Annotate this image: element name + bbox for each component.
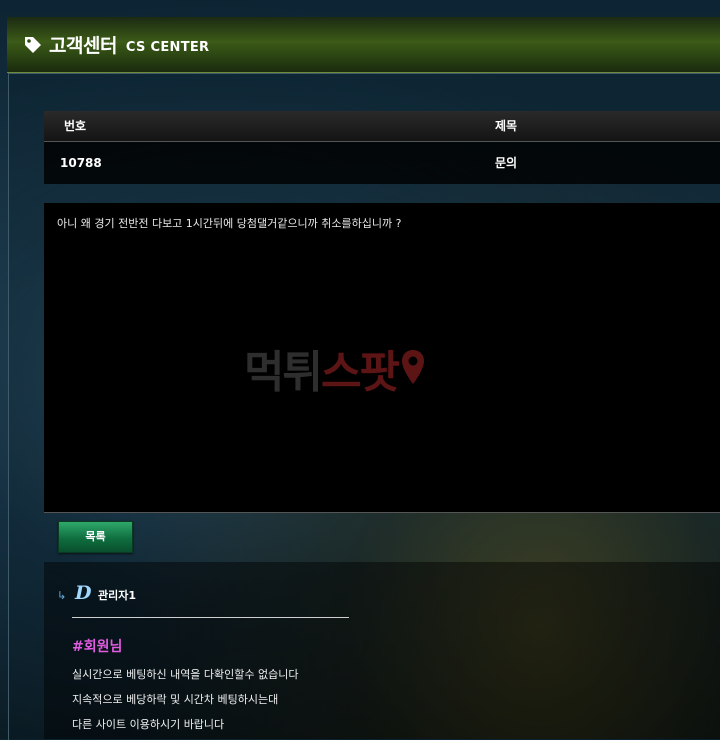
column-number-header: 번호 [64, 119, 87, 133]
tag-icon [25, 36, 41, 53]
page-subtitle: CS CENTER [125, 40, 210, 55]
page-title: 고객센터 [49, 35, 117, 57]
post-content: 아니 왜 경기 전반전 다보고 1시간뒤에 당첨댈거같으니까 취소를하십니까 ?… [44, 203, 720, 513]
post-number: 10788 [60, 156, 102, 170]
watermark-logo: 먹튀 스팟 [244, 336, 426, 400]
reply-line-3: 다른 사이트 이용하시기 바랍니다 [72, 718, 225, 731]
page-header: 고객센터 CS CENTER [7, 17, 720, 73]
list-button[interactable]: 목록 [58, 521, 133, 553]
watermark-text-1: 먹튀 [244, 347, 323, 398]
watermark-text-2: 스팟 [320, 347, 400, 398]
post-body: 아니 왜 경기 전반전 다보고 1시간뒤에 당첨댈거같으니까 취소를하십니까 ? [57, 217, 402, 230]
post-title: 문의 [495, 156, 518, 170]
reply-section: ↳ D 관리자1 #회원님 실시간으로 베팅하신 내역을 다확인할수 없습니다 … [44, 562, 720, 739]
admin-logo-icon: D [75, 582, 92, 604]
reply-author: 관리자1 [98, 589, 137, 602]
table-header: 번호 제목 [44, 111, 720, 142]
reply-line-2: 지속적으로 베당하락 및 시간차 베팅하시는대 [72, 693, 279, 706]
reply-line-1: 실시간으로 베팅하신 내역을 다확인할수 없습니다 [72, 668, 299, 681]
reply-greeting: #회원님 [72, 639, 123, 655]
reply-arrow-icon: ↳ [57, 589, 67, 602]
column-title-header: 제목 [495, 119, 518, 133]
table-row: 10788 문의 [44, 142, 720, 184]
location-pin-icon [401, 350, 424, 384]
divider [72, 617, 349, 618]
